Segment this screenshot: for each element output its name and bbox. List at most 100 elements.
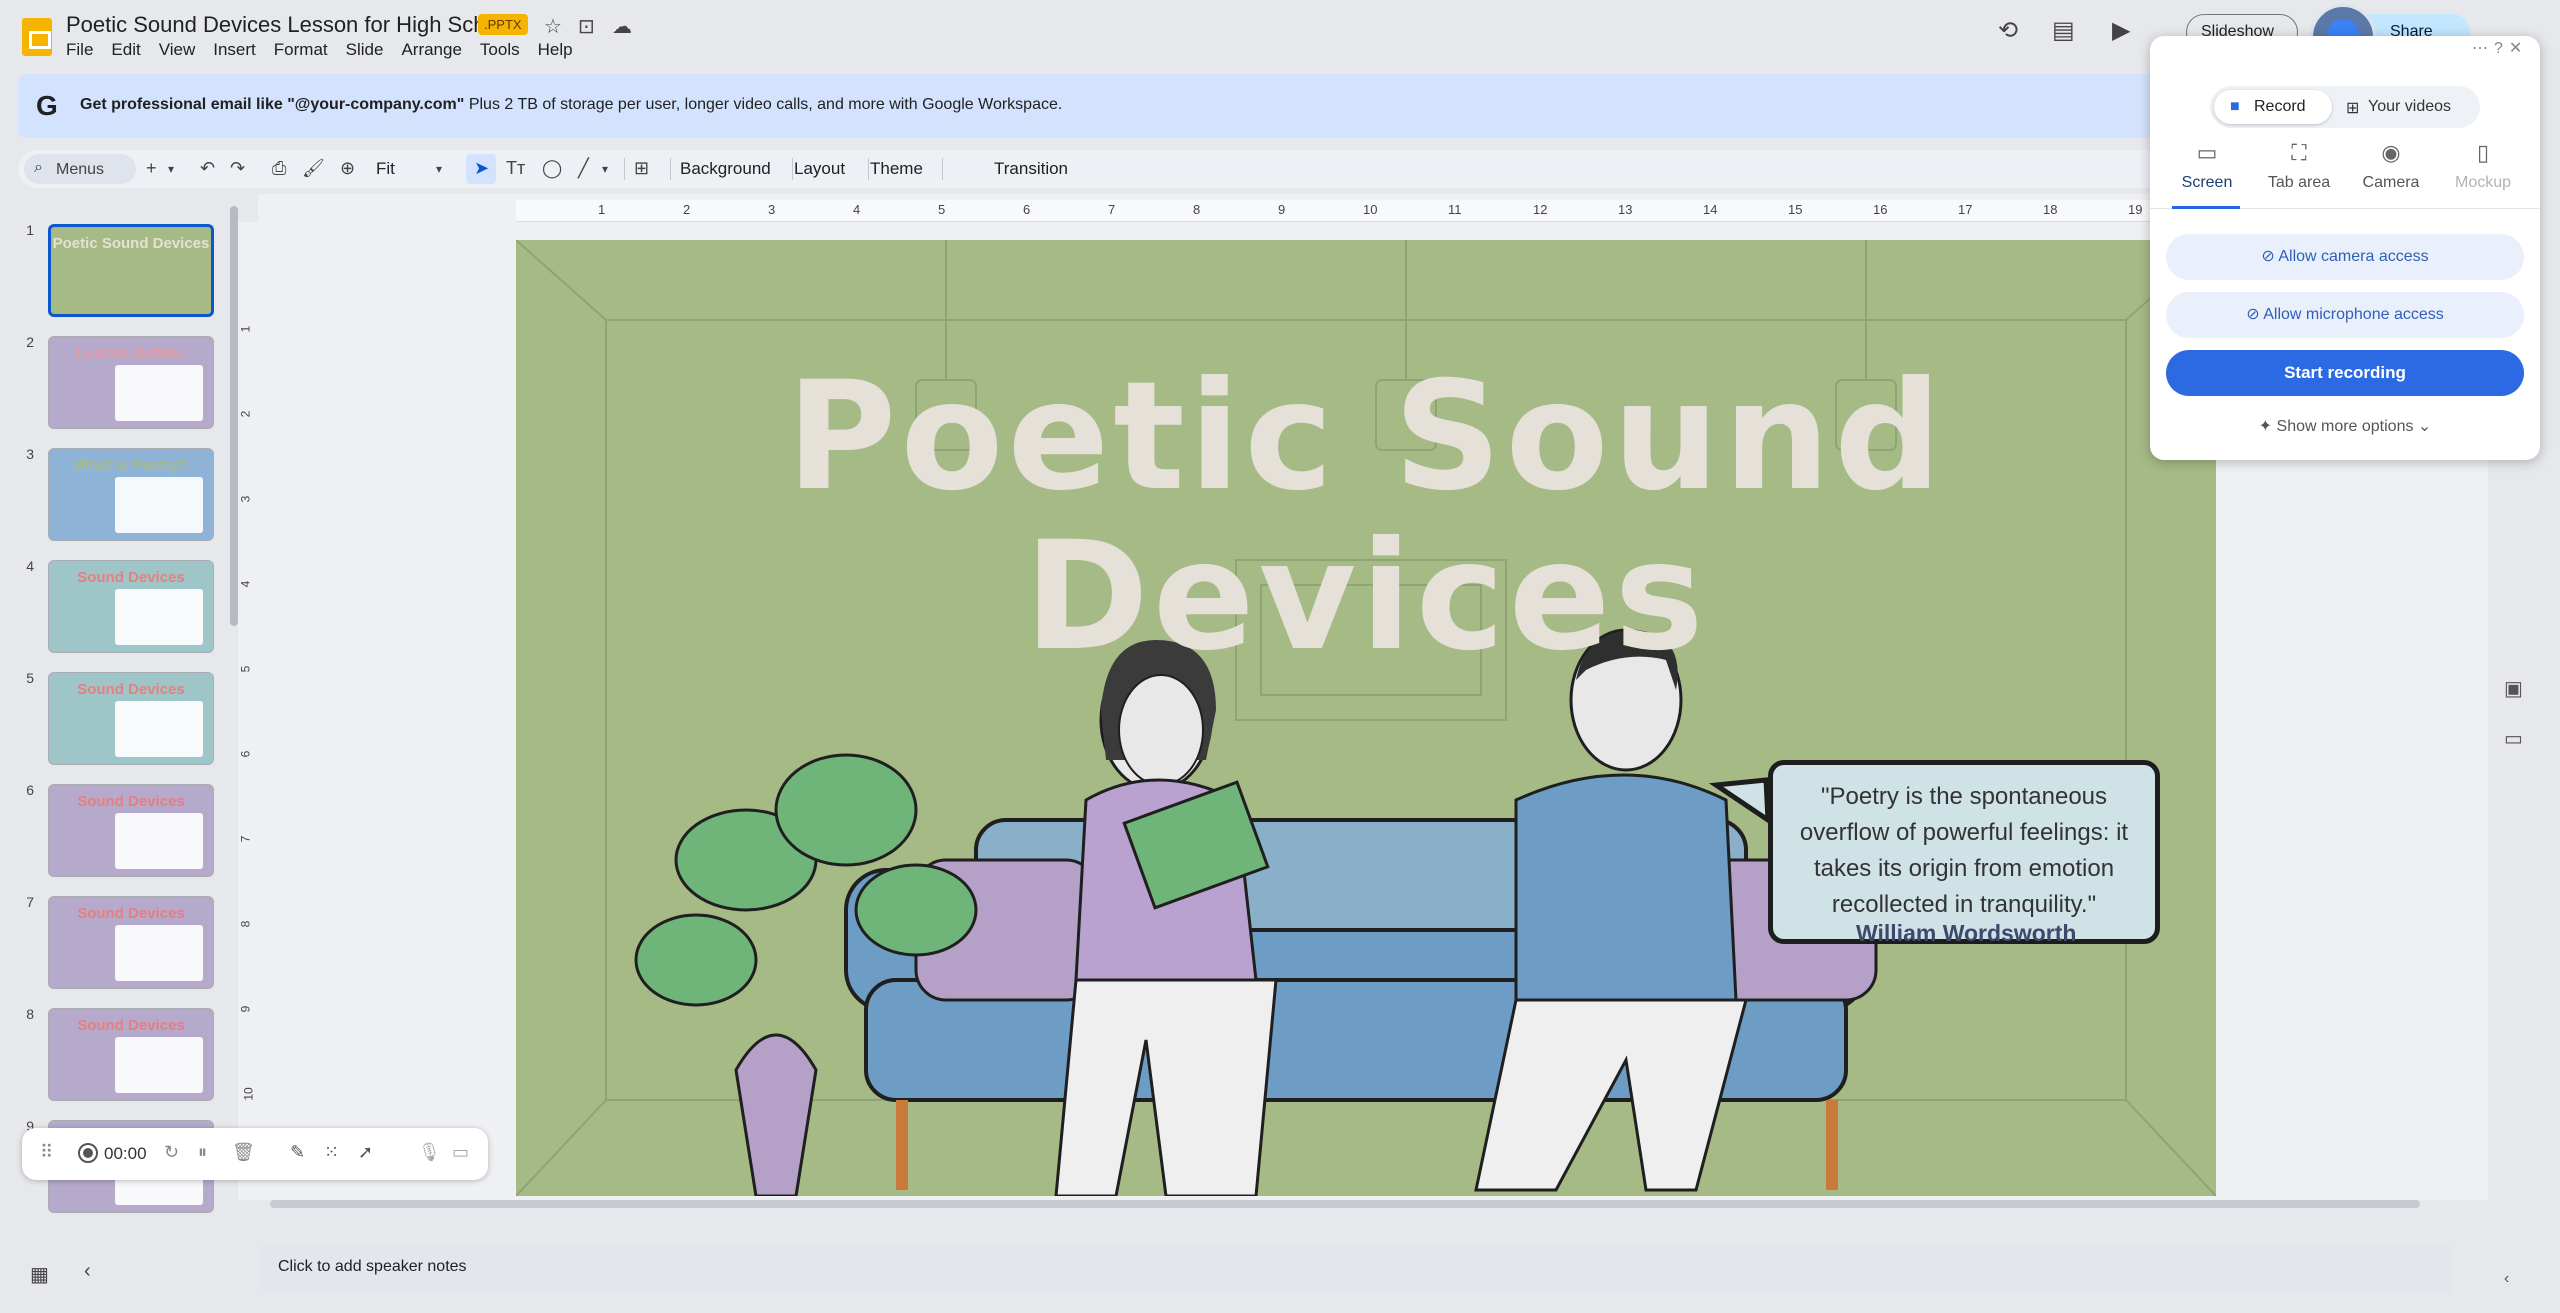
blur-icon[interactable]: ⁙ — [324, 1142, 339, 1163]
active-mode-indicator — [2172, 206, 2240, 209]
slide-thumbnail-card — [115, 813, 203, 869]
slide-thumbnail[interactable]: What is Poetry? — [48, 448, 214, 541]
menu-slide[interactable]: Slide — [346, 40, 384, 60]
speaker-notes[interactable]: Click to add speaker notes — [260, 1242, 2454, 1294]
version-history-icon[interactable]: ⟲ — [1998, 16, 2018, 45]
ruler-tick-label: 15 — [1788, 202, 1803, 217]
star-icon[interactable]: ☆ — [544, 14, 562, 39]
pause-icon[interactable]: ⏸ — [198, 1142, 207, 1163]
slide-thumbnail[interactable]: Sound Devices — [48, 784, 214, 877]
side-panel-keep-icon[interactable]: ▣ — [2504, 676, 2523, 701]
comments-icon[interactable]: ▤ — [2052, 16, 2075, 45]
allow-camera-button[interactable]: ⊘ Allow camera access — [2166, 234, 2524, 280]
slide-number: 1 — [26, 222, 34, 238]
side-panel-folder-icon[interactable]: ▭ — [2504, 726, 2523, 751]
show-more-options[interactable]: ✦ Show more options ⌄ — [2150, 416, 2540, 436]
new-slide-icon[interactable]: + — [146, 158, 157, 179]
mode-mockup-label: Mockup — [2454, 174, 2512, 191]
ruler-tick-label: 10 — [241, 1087, 256, 1101]
mode-screen[interactable]: ▭ Screen — [2162, 140, 2252, 192]
text-box-icon[interactable]: Tт — [506, 158, 525, 179]
menu-help[interactable]: Help — [538, 40, 573, 60]
menu-file[interactable]: File — [66, 40, 93, 60]
move-folder-icon[interactable]: ⊡ — [578, 14, 595, 39]
menu-tools[interactable]: Tools — [480, 40, 520, 60]
drag-handle-icon[interactable]: ⠿ — [40, 1142, 53, 1163]
meet-video-icon[interactable]: ▶ — [2112, 16, 2130, 45]
slide-filmstrip: 1 Poetic Sound Devices 2 Lesson Outline 3 Wha… — [0, 200, 240, 1213]
camera-off-icon[interactable]: ▭ — [452, 1142, 469, 1163]
mic-off-icon[interactable]: 🎙 — [418, 1142, 441, 1163]
phone-icon: ▯ — [2476, 140, 2490, 165]
menu-arrange[interactable]: Arrange — [401, 40, 461, 60]
quote-bubble[interactable]: "Poetry is the spontaneous overflow of p… — [1768, 760, 2160, 944]
slide-thumbnail-title: Sound Devices — [77, 905, 185, 922]
redo-icon[interactable]: ↷ — [230, 158, 245, 179]
undo-icon[interactable]: ↶ — [200, 158, 215, 179]
document-title[interactable]: Poetic Sound Devices Lesson for High Sch… — [66, 12, 515, 38]
start-recording-button[interactable]: Start recording — [2166, 350, 2524, 396]
menus-search[interactable]: ⌕ Menus — [24, 154, 136, 184]
line-dropdown-icon[interactable]: ▾ — [602, 162, 608, 176]
collapse-filmstrip-icon[interactable]: ‹ — [84, 1260, 91, 1283]
camera-off-icon: ⊘ — [2261, 248, 2279, 265]
canvas-horizontal-scrollbar[interactable] — [270, 1200, 2420, 1208]
ruler-tick-label: 19 — [2128, 202, 2143, 217]
show-side-panel-icon[interactable]: ‹ — [2504, 1270, 2509, 1288]
background-button[interactable]: Background — [680, 159, 771, 179]
menu-insert[interactable]: Insert — [213, 40, 256, 60]
mode-tab-area-label: Tab area — [2267, 174, 2331, 191]
ruler-tick-label: 13 — [1618, 202, 1633, 217]
menu-edit[interactable]: Edit — [111, 40, 140, 60]
slide-canvas[interactable]: Poetic Sound Devices "Poetry is the spon… — [516, 240, 2216, 1196]
slide-thumbnail-card — [115, 589, 203, 645]
draw-pen-icon[interactable]: ✎ — [290, 1142, 305, 1163]
ruler-tick-label: 9 — [1278, 202, 1286, 217]
ruler-tick-label: 7 — [1108, 202, 1116, 217]
slide-thumbnail[interactable]: Sound Devices — [48, 560, 214, 653]
tab-record[interactable]: ■ Record — [2214, 90, 2332, 124]
shape-icon[interactable]: ◯ — [542, 158, 562, 179]
zoom-select[interactable]: Fit — [376, 159, 395, 179]
mode-mockup[interactable]: ▯ Mockup — [2438, 140, 2528, 192]
menu-format[interactable]: Format — [274, 40, 328, 60]
slide-thumbnail[interactable]: Lesson Outline — [48, 336, 214, 429]
mode-camera[interactable]: ◉ Camera — [2346, 140, 2436, 192]
show-more-options-label: Show more options — [2276, 418, 2414, 435]
new-slide-dropdown-icon[interactable]: ▾ — [168, 162, 174, 176]
menu-view[interactable]: View — [159, 40, 196, 60]
slide-number: 4 — [26, 558, 34, 574]
allow-microphone-button[interactable]: ⊘ Allow microphone access — [2166, 292, 2524, 338]
sparkle-icon: ✦ — [2258, 418, 2277, 435]
popup-menu-icon[interactable]: ⋯?✕ — [2472, 38, 2528, 58]
slide-title-line-2[interactable]: Devices — [516, 510, 2216, 684]
slide-thumbnail[interactable]: Sound Devices — [48, 896, 214, 989]
slide-thumbnail[interactable]: Sound Devices — [48, 672, 214, 765]
cursor-effects-icon[interactable]: ➚ — [358, 1142, 373, 1163]
add-comment-icon[interactable]: ⊞ — [634, 158, 649, 179]
theme-button[interactable]: Theme — [870, 159, 923, 179]
tab-your-videos[interactable]: ⊞ Your videos — [2340, 86, 2476, 128]
restart-icon[interactable]: ↻ — [164, 1142, 179, 1163]
slide-thumbnail[interactable]: Poetic Sound Devices — [48, 224, 214, 317]
print-icon[interactable]: ⎙ — [272, 158, 286, 179]
line-icon[interactable]: ╱ — [578, 158, 589, 179]
slides-logo-icon[interactable] — [22, 18, 52, 56]
paint-format-icon[interactable]: 🖌 — [302, 158, 325, 179]
slide-title-line-1[interactable]: Poetic Sound — [516, 350, 2216, 524]
transition-button[interactable]: Transition — [994, 159, 1068, 179]
chevron-down-icon: ⌄ — [2413, 418, 2432, 435]
zoom-icon[interactable]: ⊕ — [340, 158, 355, 179]
filmstrip-scrollbar[interactable] — [230, 206, 238, 626]
select-tool[interactable]: ➤ — [466, 154, 496, 184]
ruler-tick-label: 8 — [1193, 202, 1201, 217]
layout-button[interactable]: Layout — [794, 159, 845, 179]
zoom-dropdown-icon[interactable]: ▾ — [436, 162, 442, 176]
record-dot-icon[interactable] — [78, 1143, 98, 1163]
grid-view-icon[interactable]: ▦ — [30, 1262, 49, 1287]
delete-icon[interactable]: 🗑 — [232, 1142, 255, 1163]
cloud-status-icon[interactable]: ☁ — [612, 14, 632, 39]
slide-number: 2 — [26, 334, 34, 350]
mode-tab-area[interactable]: ⛶ Tab area — [2254, 140, 2344, 192]
slide-thumbnail[interactable]: Sound Devices — [48, 1008, 214, 1101]
